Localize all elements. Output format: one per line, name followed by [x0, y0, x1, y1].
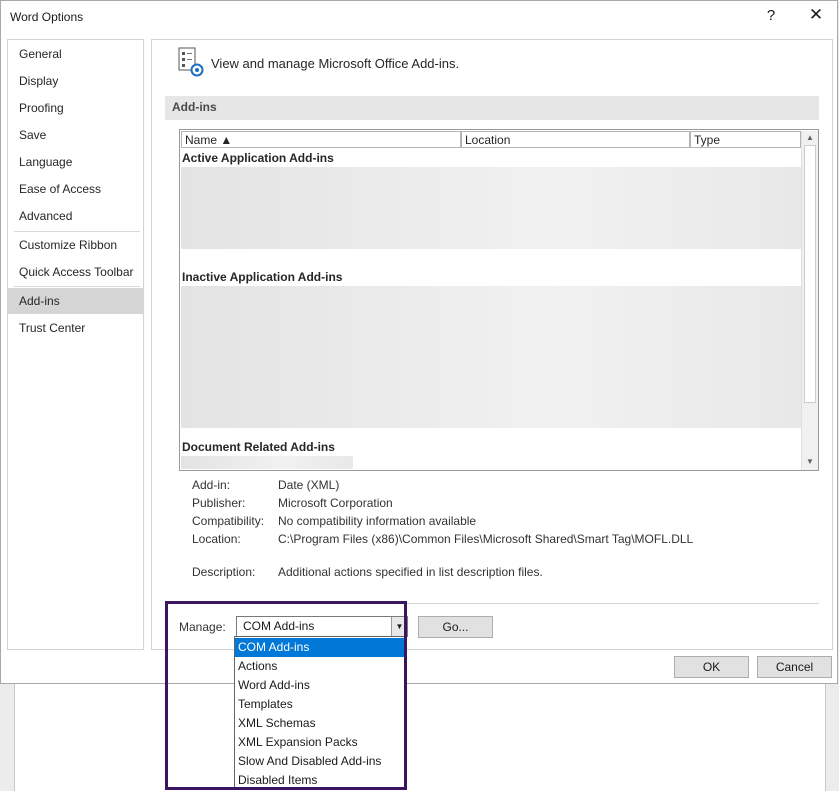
list-scrollbar[interactable]: ▲ ▼: [801, 131, 818, 470]
addins-panel: View and manage Microsoft Office Add-ins…: [151, 39, 833, 650]
detail-compatibility-value: No compatibility information available: [278, 514, 477, 528]
group-label-active: Active Application Add-ins: [182, 151, 334, 165]
manage-select[interactable]: COM Add-ins ▼: [236, 616, 408, 637]
detail-description-label: Description:: [192, 565, 256, 579]
addins-section-title: Add-ins: [165, 96, 819, 120]
dropdown-option-disabled-items[interactable]: Disabled Items: [235, 771, 405, 790]
sidebar-item-proofing[interactable]: Proofing: [8, 95, 143, 121]
dropdown-option-com-addins[interactable]: COM Add-ins: [235, 638, 405, 657]
detail-location-value: C:\Program Files (x86)\Common Files\Micr…: [278, 532, 694, 546]
scroll-down-icon[interactable]: ▼: [804, 456, 816, 468]
group-label-document: Document Related Add-ins: [182, 440, 335, 454]
manage-separator: [165, 603, 819, 604]
blurred-addin-rows: [181, 286, 802, 428]
dropdown-option-actions[interactable]: Actions: [235, 657, 405, 676]
blurred-addin-rows: [181, 456, 353, 469]
manage-dropdown-list: COM Add-ins Actions Word Add-ins Templat…: [234, 636, 406, 790]
sidebar-item-customize-ribbon[interactable]: Customize Ribbon: [8, 232, 143, 258]
sidebar-item-add-ins[interactable]: Add-ins: [8, 288, 143, 314]
manage-label: Manage:: [179, 620, 226, 634]
detail-location-label: Location:: [192, 532, 241, 546]
dropdown-option-templates[interactable]: Templates: [235, 695, 405, 714]
sidebar-item-ease-of-access[interactable]: Ease of Access: [8, 176, 143, 202]
dropdown-option-slow-disabled-addins[interactable]: Slow And Disabled Add-ins: [235, 752, 405, 771]
detail-addin-label: Add-in:: [192, 478, 231, 492]
sidebar-item-advanced[interactable]: Advanced: [8, 203, 143, 229]
sidebar-item-trust-center[interactable]: Trust Center: [8, 315, 143, 341]
sidebar-item-general[interactable]: General: [8, 41, 143, 67]
close-icon[interactable]: ✕: [807, 5, 825, 25]
addins-gear-icon: [178, 47, 204, 77]
detail-addin-value: Date (XML): [278, 478, 340, 492]
manage-select-value: COM Add-ins: [243, 619, 315, 633]
ok-button[interactable]: OK: [674, 656, 749, 678]
detail-publisher-label: Publisher:: [192, 496, 246, 510]
column-header-type[interactable]: Type: [690, 131, 801, 148]
sidebar-separator: [14, 286, 140, 287]
options-sidebar: General Display Proofing Save Language E…: [7, 39, 144, 650]
cancel-button[interactable]: Cancel: [757, 656, 832, 678]
blurred-addin-rows: [181, 167, 802, 249]
column-header-location[interactable]: Location: [461, 131, 690, 148]
chevron-down-icon[interactable]: ▼: [391, 617, 407, 636]
detail-publisher-value: Microsoft Corporation: [278, 496, 393, 510]
detail-compatibility-label: Compatibility:: [192, 514, 265, 528]
detail-description-value: Additional actions specified in list des…: [278, 565, 543, 579]
word-options-dialog: Word Options ? ✕ General Display Proofin…: [0, 0, 838, 684]
help-icon[interactable]: ?: [763, 7, 779, 24]
sidebar-item-language[interactable]: Language: [8, 149, 143, 175]
panel-header-text: View and manage Microsoft Office Add-ins…: [211, 56, 460, 71]
scrollbar-thumb[interactable]: [804, 145, 816, 403]
go-button[interactable]: Go...: [418, 616, 493, 638]
column-header-name[interactable]: Name ▲: [181, 131, 461, 148]
addins-list[interactable]: Name ▲ Location Type Active Application …: [179, 129, 819, 471]
sidebar-item-quick-access-toolbar[interactable]: Quick Access Toolbar: [8, 259, 143, 285]
group-label-inactive: Inactive Application Add-ins: [182, 270, 343, 284]
dropdown-option-xml-expansion-packs[interactable]: XML Expansion Packs: [235, 733, 405, 752]
scroll-up-icon[interactable]: ▲: [804, 132, 816, 144]
sidebar-item-display[interactable]: Display: [8, 68, 143, 94]
sidebar-item-save[interactable]: Save: [8, 122, 143, 148]
dropdown-option-word-addins[interactable]: Word Add-ins: [235, 676, 405, 695]
dropdown-option-xml-schemas[interactable]: XML Schemas: [235, 714, 405, 733]
background-document: [14, 684, 826, 791]
title-bar: Word Options ? ✕: [1, 1, 837, 33]
window-title: Word Options: [10, 10, 84, 24]
